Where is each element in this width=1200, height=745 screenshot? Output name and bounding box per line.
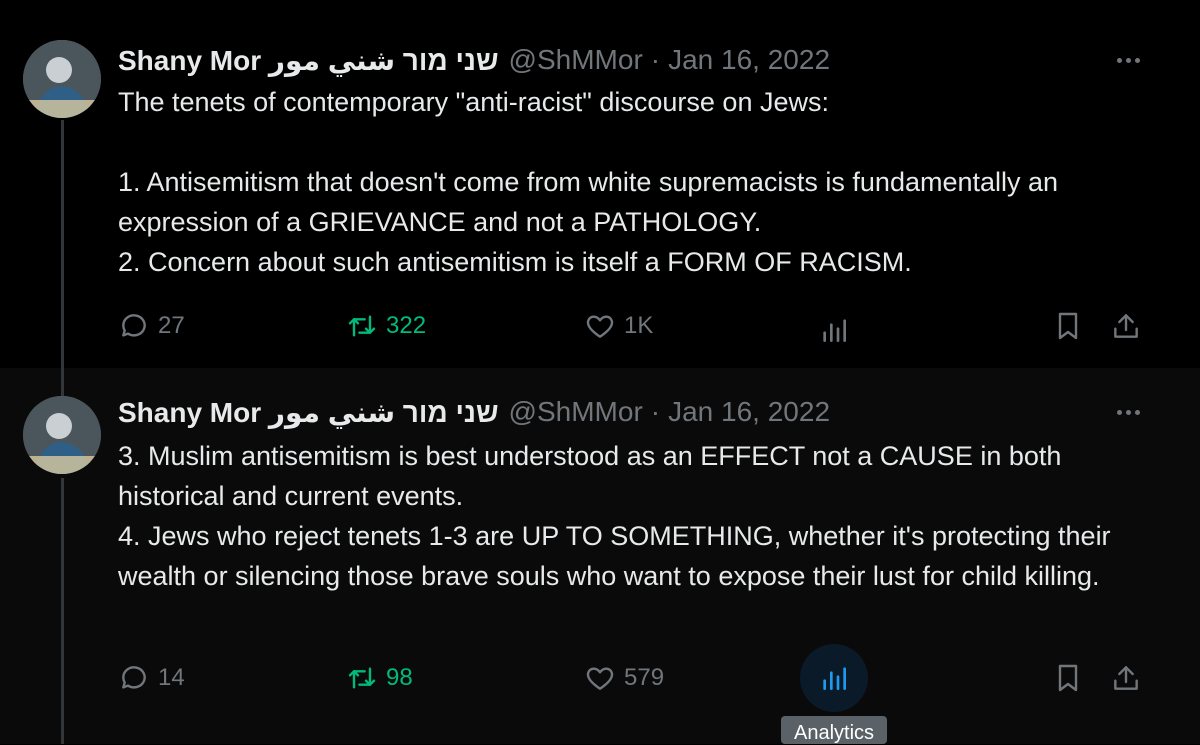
avatar-image [23,396,101,474]
bookmark-icon [1058,664,1078,692]
tweet-text: The tenets of contemporary "anti-racist"… [118,87,1059,277]
bookmark-button[interactable] [1052,306,1084,346]
avatar[interactable] [23,396,101,474]
like-button[interactable]: 1K [584,306,653,346]
tweet-text: 3. Muslim antisemitism is best understoo… [118,441,1111,591]
separator: · [650,396,661,427]
analytics-tooltip: Analytics [781,716,887,744]
share-button[interactable] [1110,306,1142,346]
like-icon [586,315,614,338]
retweet-button[interactable]: 98 [346,658,413,698]
tweet-1[interactable]: Shany Mor שני מור شني مور @ShMMor · Jan … [0,0,1200,368]
retweet-count: 322 [386,312,427,339]
analytics-icon [823,319,846,342]
thread-line-bottom [61,478,64,744]
tweet-header: Shany Mor שני מור شني مور @ShMMor · Jan … [118,42,830,78]
avatar[interactable] [23,40,101,118]
more-icon[interactable] [1112,48,1144,72]
like-icon [586,667,614,690]
reply-icon [122,314,146,337]
author-name[interactable]: Shany Mor שני מור شني مور [118,396,499,429]
reply-button[interactable]: 14 [118,658,185,698]
retweet-icon [348,315,376,337]
share-icon [1114,314,1138,338]
tweet-date[interactable]: Jan 16, 2022 [668,44,830,76]
analytics-button[interactable] [818,310,850,350]
more-icon[interactable] [1112,400,1144,424]
reply-button[interactable]: 27 [118,306,185,346]
retweet-button[interactable]: 322 [346,306,426,346]
tweet-header: Shany Mor שני מור شني مور @ShMMor · Jan … [118,394,830,430]
retweet-icon [348,667,376,689]
avatar-image [23,40,101,118]
like-count: 1K [624,312,654,339]
reply-icon [122,666,146,689]
tweet-2[interactable]: Shany Mor שני מור شني مور @ShMMor · Jan … [0,368,1200,744]
share-button[interactable] [1110,658,1142,698]
thread-line [61,120,64,368]
thread-line-top [61,368,64,396]
tweet-date[interactable]: Jan 16, 2022 [668,396,830,428]
retweet-count: 98 [386,664,413,691]
analytics-button[interactable] [800,644,868,712]
reply-count: 27 [158,312,185,339]
author-name[interactable]: Shany Mor שני מור شني مور [118,44,499,77]
author-handle[interactable]: @ShMMor [509,396,643,428]
share-icon [1114,666,1138,690]
like-count: 579 [624,664,665,691]
bookmark-button[interactable] [1052,658,1084,698]
reply-count: 14 [158,664,185,691]
analytics-icon [823,667,846,690]
bookmark-icon [1058,312,1078,340]
author-handle[interactable]: @ShMMor [509,44,643,76]
separator: · [650,44,661,75]
like-button[interactable]: 579 [584,658,664,698]
